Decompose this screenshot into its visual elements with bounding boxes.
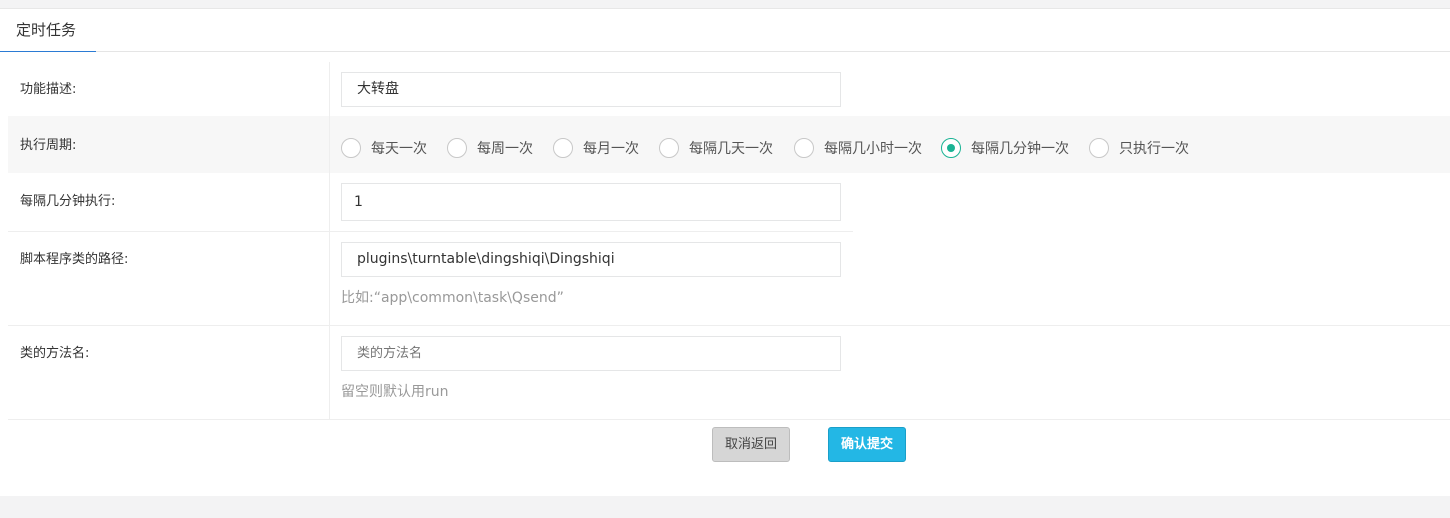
description-label: 功能描述: <box>8 62 330 116</box>
period-row: 执行周期: 每天一次 每周一次 每月一次 每隔几天一次 每隔几小时一次 每隔几分钟一次 只执… <box>8 116 1450 173</box>
period-option[interactable]: 每天一次 <box>341 137 427 159</box>
method-help-text: 留空则默认用run <box>341 384 449 400</box>
path-label: 脚本程序类的路径: <box>8 232 330 325</box>
period-option[interactable]: 只执行一次 <box>1089 137 1189 159</box>
radio-circle-icon[interactable] <box>341 138 361 158</box>
period-option-label: 每天一次 <box>371 141 427 157</box>
radio-circle-icon[interactable] <box>1089 138 1109 158</box>
period-option-label: 每隔几分钟一次 <box>971 141 1069 157</box>
period-option[interactable]: 每隔几小时一次 <box>794 137 922 159</box>
period-option[interactable]: 每周一次 <box>447 137 533 159</box>
cancel-button[interactable]: 取消返回 <box>712 427 790 462</box>
tab-bar: 定时任务 <box>0 9 1450 52</box>
radio-circle-icon[interactable] <box>794 138 814 158</box>
radio-circle-icon[interactable] <box>447 138 467 158</box>
interval-input[interactable]: 1 <box>341 183 841 221</box>
method-label: 类的方法名: <box>8 326 330 419</box>
radio-circle-icon[interactable] <box>659 138 679 158</box>
tab-scheduled-task[interactable]: 定时任务 <box>0 9 96 52</box>
period-option-label: 每隔几天一次 <box>689 141 773 157</box>
method-input[interactable] <box>341 336 841 371</box>
interval-label: 每隔几分钟执行: <box>8 173 330 232</box>
description-input[interactable]: 大转盘 <box>341 72 841 107</box>
period-option[interactable]: 每月一次 <box>553 137 639 159</box>
interval-row: 每隔几分钟执行: 1 <box>8 173 1450 232</box>
radio-circle-icon[interactable] <box>941 138 961 158</box>
period-label: 执行周期: <box>8 116 330 173</box>
period-option[interactable]: 每隔几天一次 <box>659 137 773 159</box>
divider <box>8 419 1450 420</box>
path-help-text: 比如:“app\common\task\Qsend” <box>341 290 564 306</box>
radio-circle-icon[interactable] <box>553 138 573 158</box>
period-option-label: 只执行一次 <box>1119 141 1189 157</box>
period-option-label: 每周一次 <box>477 141 533 157</box>
method-row: 类的方法名: 留空则默认用run <box>8 326 1450 419</box>
description-row: 功能描述: 大转盘 <box>8 62 1450 116</box>
path-input[interactable]: plugins\turntable\dingshiqi\Dingshiqi <box>341 242 841 277</box>
period-option-label: 每月一次 <box>583 141 639 157</box>
path-row: 脚本程序类的路径: plugins\turntable\dingshiqi\Di… <box>8 232 1450 325</box>
submit-button[interactable]: 确认提交 <box>828 427 906 462</box>
period-option[interactable]: 每隔几分钟一次 <box>941 137 1069 159</box>
period-option-label: 每隔几小时一次 <box>824 141 922 157</box>
